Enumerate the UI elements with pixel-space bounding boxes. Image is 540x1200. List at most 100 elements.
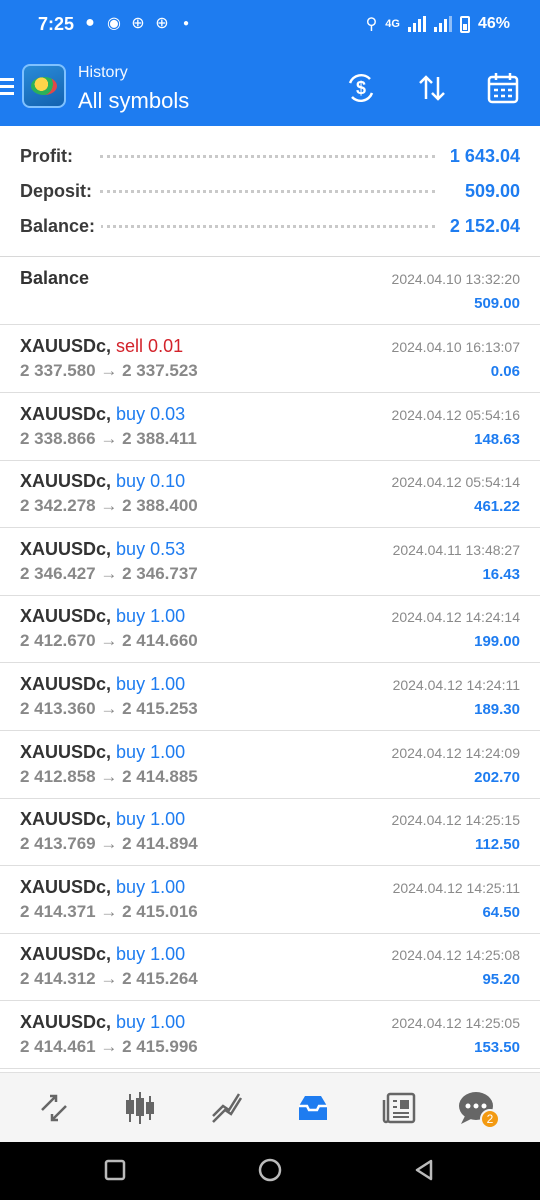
arrow-icon: → [100,428,118,448]
leader-dots [100,190,435,193]
deal-profit: 199.00 [474,633,520,651]
app-bar: History All symbols $ [0,50,540,126]
symbol-name: XAUUSDc, [20,606,112,627]
deal-row[interactable]: XAUUSDc, buy 1.00 2 413.769 → 2 414.894 20… [0,798,540,867]
deal-symbol: XAUUSDc, buy 0.53 [20,539,185,560]
deal-date: 2024.04.12 14:24:09 [391,744,520,761]
arrow-icon: → [100,563,118,583]
key-icon: ⚲ [365,16,378,33]
deal-prices: 2 337.580 → 2 337.523 [20,361,198,381]
snapchat-icon: ● [85,14,95,31]
deal-side: sell 0.01 [116,336,184,356]
deal-side: buy 1.00 [116,606,186,627]
home-icon[interactable] [257,1158,283,1188]
open-price: 2 342.278 [20,496,96,516]
symbol-name: XAUUSDc, [20,809,112,830]
deal-date: 2024.04.12 14:24:11 [392,677,520,693]
history-icon[interactable] [293,1089,333,1127]
symbol-name: XAUUSDc, [20,674,112,694]
deal-row[interactable]: XAUUSDc, buy 1.00 2 413.360 → 2 415.253 20… [0,663,540,731]
deal-symbol: XAUUSDc, buy 1.00 [20,1012,185,1033]
deal-symbol: XAUUSDc, buy 1.00 [20,877,185,898]
deal-prices: 2 413.769 → 2 414.894 [20,834,198,854]
deal-side: buy 1.00 [116,876,186,897]
deal-row[interactable]: XAUUSDc, buy 1.00 2 412.670 → 2 414.660 20… [0,595,540,664]
deal-profit: 112.50 [474,836,520,854]
metatrader-logo[interactable] [22,64,66,108]
open-price: 2 412.670 [20,631,96,651]
deal-date: 2024.04.12 14:24:14 [391,609,520,626]
balance-entry[interactable]: Balance 2024.04.10 13:32:20 509.00 [0,257,540,325]
signal-icon [433,16,452,32]
deal-side: buy 0.10 [116,471,186,492]
deal-row[interactable]: XAUUSDc, buy 1.00 2 414.371 → 2 415.016 20… [0,866,540,934]
deal-row[interactable]: XAUUSDc, buy 1.00 2 414.461 → 2 415.996 20… [0,1001,540,1069]
deal-symbol: XAUUSDc, sell 0.01 [20,336,183,357]
close-price: 2 337.523 [122,361,198,380]
arrow-icon: → [100,1037,118,1056]
deal-symbol: XAUUSDc, buy 0.10 [20,471,185,492]
symbol-name: XAUUSDc, [20,403,112,424]
app-subtitle: History [78,64,128,81]
arrow-icon: → [100,631,118,651]
balance-label: Balance: [20,216,102,237]
summary-panel: Profit: 1 643.04 Deposit: 509.00 Balance… [0,140,540,245]
deal-side: buy 1.00 [116,674,186,694]
symbol-name: XAUUSDc, [20,944,112,965]
deal-prices: 2 414.371 → 2 415.016 [20,902,198,922]
leader-dots [100,225,435,228]
deal-prices: 2 412.670 → 2 414.660 [20,631,198,651]
svg-text:$: $ [356,78,366,98]
symbol-name: XAUUSDc, [20,336,112,356]
trade-icon[interactable] [207,1089,247,1127]
deal-date: 2024.04.12 05:54:14 [391,474,520,491]
open-price: 2 413.769 [20,834,96,854]
open-price: 2 338.866 [20,428,96,448]
deal-date: 2024.04.12 14:25:08 [391,947,520,964]
deal-profit: 148.63 [474,430,520,448]
deal-date: 2024.04.10 16:13:07 [391,339,520,355]
symbol-filter-title[interactable]: All symbols [78,88,189,114]
deal-profit: 153.50 [474,1039,520,1056]
recents-icon[interactable] [104,1159,126,1186]
deal-prices: 2 412.858 → 2 414.885 [20,767,198,787]
leader-dots [100,155,435,158]
deal-profit: 16.43 [482,565,520,583]
deal-date: 2024.04.12 14:25:05 [391,1015,520,1031]
deal-profit: 95.20 [482,971,520,989]
deal-side: buy 0.03 [116,403,186,424]
symbol-name: XAUUSDc, [20,876,112,897]
arrow-icon: → [100,361,118,380]
deal-row[interactable]: XAUUSDc, buy 0.10 2 342.278 → 2 388.400 20… [0,460,540,529]
deal-row[interactable]: XAUUSDc, buy 1.00 2 414.312 → 2 415.264 20… [0,933,540,1002]
deal-row[interactable]: XAUUSDc, sell 0.01 2 337.580 → 2 337.523 2… [0,325,540,393]
deal-prices: 2 413.360 → 2 415.253 [20,699,198,719]
dollar-refresh-icon[interactable]: $ [343,70,379,106]
quotes-icon[interactable] [34,1089,74,1127]
status-time: 7:25 [38,14,75,34]
news-icon[interactable] [380,1089,420,1127]
symbol-name: XAUUSDc, [20,471,112,492]
close-price: 2 415.016 [122,901,198,921]
dot-icon: ● [182,17,190,29]
close-price: 2 415.253 [122,699,198,718]
deal-side: buy 1.00 [116,809,186,830]
deal-prices: 2 346.427 → 2 346.737 [20,564,198,584]
deal-symbol: XAUUSDc, buy 1.00 [20,606,185,627]
deal-row[interactable]: XAUUSDc, buy 0.53 2 346.427 → 2 346.737 20… [0,528,540,596]
messages-icon[interactable]: 2 [456,1089,500,1129]
symbol-name: XAUUSDc, [20,538,112,559]
chat-icon: ◉ [107,15,121,32]
calendar-icon[interactable] [485,70,521,106]
open-price: 2 413.360 [20,699,96,718]
deal-row[interactable]: XAUUSDc, buy 0.03 2 338.866 → 2 388.411 20… [0,393,540,461]
open-price: 2 414.312 [20,969,96,989]
chart-icon[interactable] [120,1089,160,1127]
back-icon[interactable] [413,1159,435,1186]
menu-icon[interactable] [0,78,14,96]
sort-icon[interactable] [414,70,450,106]
deal-profit: 64.50 [482,903,520,921]
deal-profit: 461.22 [474,498,520,516]
app-icon: ⊕ [155,15,169,32]
deal-row[interactable]: XAUUSDc, buy 1.00 2 412.858 → 2 414.885 20… [0,731,540,799]
